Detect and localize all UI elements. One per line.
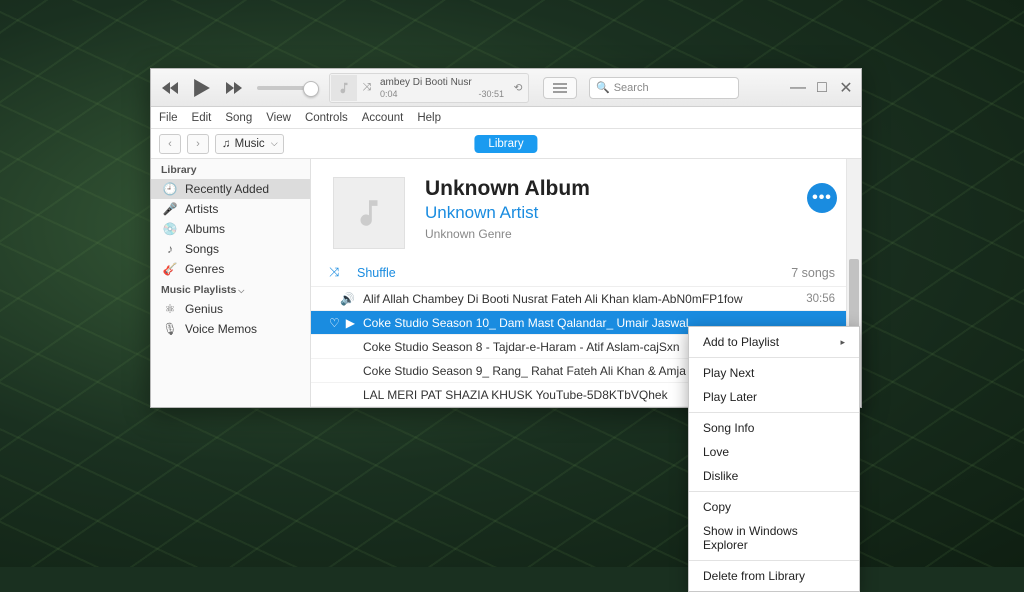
shuffle-row[interactable]: ⤨ Shuffle 7 songs	[311, 259, 861, 287]
now-playing-display[interactable]: ⤨ ambey Di Booti Nusr 0:04 -30:51 ⟲	[329, 73, 529, 103]
forward-button[interactable]: ›	[187, 134, 209, 154]
up-next-button[interactable]	[543, 77, 577, 99]
scrollbar-thumb[interactable]	[849, 259, 859, 329]
sidebar-item-albums[interactable]: 💿 Albums	[151, 219, 310, 239]
sidebar-item-label: Genres	[185, 262, 224, 276]
shuffle-icon: ⤨	[329, 265, 347, 280]
sidebar-item-label: Genius	[185, 302, 223, 316]
menu-edit[interactable]: Edit	[192, 112, 212, 124]
library-tab[interactable]: Library	[474, 135, 537, 153]
speaker-icon: 🔊	[340, 292, 355, 306]
close-button[interactable]: ✕	[839, 81, 853, 95]
sidebar-item-artists[interactable]: 🎤 Artists	[151, 199, 310, 219]
shuffle-icon[interactable]: ⤨	[358, 81, 376, 94]
play-icon: ▶	[346, 316, 355, 330]
source-dropdown[interactable]: ♫ Music	[215, 134, 284, 154]
menu-view[interactable]: View	[266, 112, 291, 124]
context-play-later[interactable]: Play Later	[689, 385, 859, 409]
note-icon: ♫	[222, 138, 231, 150]
menu-file[interactable]: File	[159, 112, 178, 124]
repeat-icon[interactable]: ⟲	[508, 82, 528, 94]
navigation-toolbar: ‹ › ♫ Music Library	[151, 129, 861, 159]
more-actions-button[interactable]: •••	[807, 183, 837, 213]
album-genre: Unknown Genre	[425, 227, 590, 241]
shuffle-label: Shuffle	[357, 266, 396, 280]
mic-icon: 🎤	[163, 202, 177, 216]
sidebar-item-label: Albums	[185, 222, 225, 236]
context-add-to-playlist[interactable]: Add to Playlist▸	[689, 330, 859, 354]
menu-account[interactable]: Account	[362, 112, 404, 124]
album-artist[interactable]: Unknown Artist	[425, 203, 590, 223]
guitar-icon: 🎸	[163, 262, 177, 276]
track-row[interactable]: 🔊 Alif Allah Chambey Di Booti Nusrat Fate…	[311, 287, 861, 311]
elapsed-time: 0:04	[380, 89, 398, 99]
menubar: File Edit Song View Controls Account Hel…	[151, 107, 861, 129]
menu-song[interactable]: Song	[225, 112, 252, 124]
context-separator	[689, 491, 859, 492]
sidebar: Library 🕘 Recently Added 🎤 Artists 💿 Albums ♪ S…	[151, 159, 311, 407]
context-separator	[689, 560, 859, 561]
sidebar-item-genres[interactable]: 🎸 Genres	[151, 259, 310, 279]
context-separator	[689, 412, 859, 413]
maximize-button[interactable]: □	[815, 81, 829, 95]
sidebar-item-label: Voice Memos	[185, 322, 257, 336]
context-song-info[interactable]: Song Info	[689, 416, 859, 440]
album-art[interactable]	[333, 177, 405, 249]
track-title: Alif Allah Chambey Di Booti Nusrat Fateh…	[363, 292, 798, 306]
atom-icon: ⚛	[163, 302, 177, 316]
context-delete-from-library[interactable]: Delete from Library	[689, 564, 859, 588]
sidebar-item-label: Recently Added	[185, 182, 269, 196]
album-icon: 💿	[163, 222, 177, 236]
love-icon: ♡	[329, 316, 340, 330]
chevron-right-icon: ▸	[840, 337, 845, 348]
window-controls: — □ ✕	[791, 81, 853, 95]
context-menu: Add to Playlist▸ Play NextPlay Later Song …	[688, 326, 860, 592]
sidebar-item-voice-memos[interactable]: 🎙 Voice Memos	[151, 319, 310, 339]
now-playing-art	[331, 75, 357, 101]
song-count: 7 songs	[791, 266, 835, 280]
sidebar-item-label: Artists	[185, 202, 218, 216]
menu-controls[interactable]: Controls	[305, 112, 348, 124]
now-playing-title: ambey Di Booti Nusr	[380, 77, 504, 88]
clock-icon: 🕘	[163, 182, 177, 196]
album-title: Unknown Album	[425, 177, 590, 201]
context-show-in-windows-explorer[interactable]: Show in Windows Explorer	[689, 519, 859, 557]
sidebar-item-recently-added[interactable]: 🕘 Recently Added	[151, 179, 310, 199]
search-placeholder: Search	[614, 82, 649, 94]
context-love[interactable]: Love	[689, 440, 859, 464]
context-copy[interactable]: Copy	[689, 495, 859, 519]
track-duration: 30:56	[806, 293, 835, 305]
search-icon: 🔍	[596, 81, 610, 94]
note-icon: ♪	[163, 242, 177, 256]
volume-slider[interactable]	[257, 86, 313, 90]
context-separator	[689, 357, 859, 358]
sidebar-item-songs[interactable]: ♪ Songs	[151, 239, 310, 259]
titlebar: ⤨ ambey Di Booti Nusr 0:04 -30:51 ⟲ 🔍 Se…	[151, 69, 861, 107]
wave-icon: 🎙	[163, 322, 177, 336]
remaining-time: -30:51	[478, 89, 504, 99]
sidebar-library-header: Library	[151, 159, 310, 179]
context-play-next[interactable]: Play Next	[689, 361, 859, 385]
previous-button[interactable]	[159, 77, 181, 99]
sidebar-item-genius[interactable]: ⚛ Genius	[151, 299, 310, 319]
sidebar-playlists-header[interactable]: Music Playlists⌵	[151, 279, 310, 299]
search-field[interactable]: 🔍 Search	[589, 77, 739, 99]
minimize-button[interactable]: —	[791, 81, 805, 95]
next-button[interactable]	[223, 77, 245, 99]
sidebar-item-label: Songs	[185, 242, 219, 256]
back-button[interactable]: ‹	[159, 134, 181, 154]
album-header: Unknown Album Unknown Artist Unknown Gen…	[311, 159, 861, 259]
menu-help[interactable]: Help	[417, 112, 441, 124]
playback-controls	[159, 75, 313, 101]
context-dislike[interactable]: Dislike	[689, 464, 859, 488]
play-button[interactable]	[189, 75, 215, 101]
